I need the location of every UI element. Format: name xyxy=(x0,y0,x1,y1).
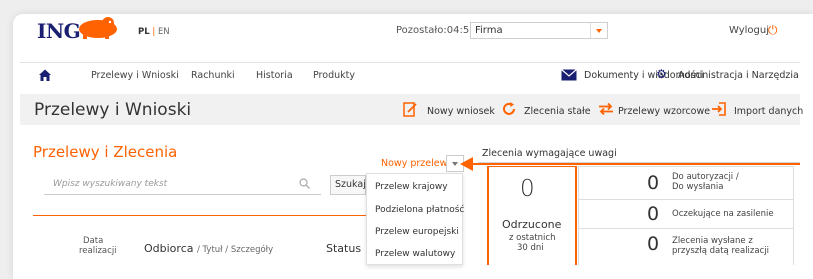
gear-icon[interactable]: ⚙ xyxy=(656,67,667,81)
future-orders-label[interactable]: Zlecenia wysłane z przyszłą datą realiza… xyxy=(672,236,769,256)
rejected-label: Odrzucone xyxy=(502,218,562,231)
import-data-button[interactable]: Import danych xyxy=(734,106,803,117)
home-icon[interactable] xyxy=(38,68,52,82)
search-icon[interactable] xyxy=(299,178,310,189)
nav-products[interactable]: Produkty xyxy=(313,70,355,81)
nav-history[interactable]: Historia xyxy=(256,70,293,81)
attention-title: Zlecenia wymagające uwagi xyxy=(482,148,617,159)
menu-item-domestic-transfer[interactable]: Przelew krajowy xyxy=(375,182,448,192)
menu-item-split-payment[interactable]: Podzielona płatność xyxy=(375,205,464,215)
new-transfer-dropdown[interactable]: Nowy przelew xyxy=(381,158,447,169)
firm-select-value: Firma xyxy=(475,25,503,36)
column-recipient-label: Odbiorca xyxy=(144,242,194,255)
nav-accounts[interactable]: Rachunki xyxy=(191,70,235,81)
template-transfers-button[interactable]: Przelewy wzorcowe xyxy=(618,106,710,117)
chevron-down-icon xyxy=(590,23,607,38)
rejected-sub-2: 30 dni xyxy=(517,243,544,253)
section-title: Przelewy i Zlecenia xyxy=(33,143,178,161)
callout-arrow-icon xyxy=(460,157,473,171)
row-divider xyxy=(579,166,793,167)
logout-link[interactable]: Wyloguj xyxy=(729,25,769,36)
menu-item-currency-transfer[interactable]: Przelew walutowy xyxy=(375,249,455,259)
tile-edge xyxy=(793,166,794,265)
lang-pl[interactable]: PL xyxy=(138,27,150,37)
future-orders-count: 0 xyxy=(647,233,660,255)
column-recipient-sub: / Tytuł / Szczegóły xyxy=(196,245,274,255)
authorization-label-1: Do autoryzacji / xyxy=(672,172,739,182)
column-recipient-header[interactable]: Odbiorca / Tytuł / Szczegóły xyxy=(144,242,273,255)
page-title: Przelewy i Wnioski xyxy=(34,100,192,120)
search-button[interactable]: Szukaj xyxy=(330,175,366,195)
lion-logo-icon xyxy=(79,17,117,39)
refresh-icon[interactable] xyxy=(502,102,516,116)
column-date-label-2: realizacji xyxy=(79,246,117,256)
rejected-sub-1: z ostatnich xyxy=(509,233,556,243)
lang-separator: | xyxy=(152,27,156,37)
future-orders-label-2: przyszłą datą realizacji xyxy=(672,246,769,256)
row-divider xyxy=(579,228,793,229)
nav-transfers[interactable]: Przelewy i Wnioski xyxy=(91,70,179,81)
session-timer: Pozostało:04:56 xyxy=(396,25,476,36)
section-divider xyxy=(33,215,366,216)
power-icon[interactable]: ⏻ xyxy=(768,23,778,38)
import-icon[interactable] xyxy=(711,102,726,116)
funding-count: 0 xyxy=(647,203,660,225)
authorization-count: 0 xyxy=(647,172,660,194)
column-date-label: Data xyxy=(83,236,104,246)
firm-select[interactable]: Firma xyxy=(470,22,608,39)
nav-admin[interactable]: Administracja i Narzędzia xyxy=(678,70,799,81)
tile-divider xyxy=(578,166,579,265)
search-placeholder: Wpisz wyszukiwany tekst xyxy=(53,179,168,189)
envelope-icon[interactable] xyxy=(561,69,577,81)
header-divider xyxy=(20,62,800,63)
rejected-count: 0 xyxy=(520,176,535,202)
new-transfer-menu: Przelew krajowy Podzielona płatność Prze… xyxy=(366,173,464,265)
menu-item-european-transfer[interactable]: Przelew europejski xyxy=(375,227,459,237)
future-orders-label-1: Zlecenia wysłane z xyxy=(672,236,753,246)
lang-en[interactable]: EN xyxy=(158,27,170,37)
new-request-button[interactable]: Nowy wniosek xyxy=(427,106,495,117)
ing-logo[interactable]: ING xyxy=(37,19,81,43)
standing-orders-button[interactable]: Zlecenia stałe xyxy=(524,106,591,117)
funding-label[interactable]: Oczekujące na zasilenie xyxy=(672,209,774,219)
column-status-header[interactable]: Status xyxy=(326,242,361,255)
callout-arrow-line xyxy=(472,163,800,165)
attention-divider xyxy=(478,162,800,163)
new-request-icon[interactable] xyxy=(403,102,418,117)
row-divider xyxy=(579,199,793,200)
authorization-label[interactable]: Do autoryzacji / Do wysłania xyxy=(672,172,739,192)
authorization-label-2: Do wysłania xyxy=(672,182,724,192)
language-switch: PL | EN xyxy=(138,27,170,37)
swap-arrows-icon[interactable] xyxy=(598,103,614,115)
